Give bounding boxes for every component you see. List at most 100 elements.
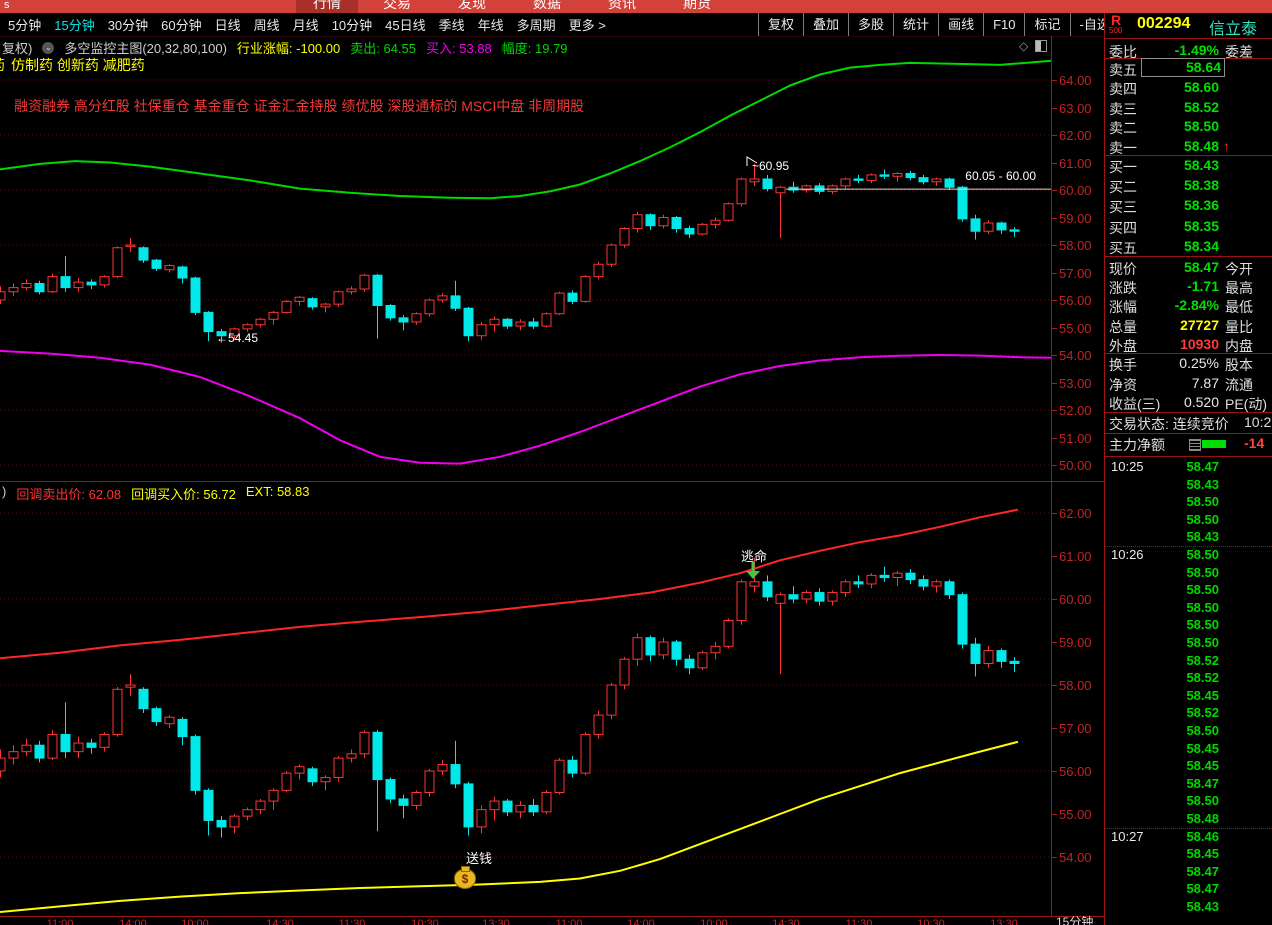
bid-row[interactable]: 买五 58.34	[1105, 236, 1272, 256]
candle-body	[151, 708, 162, 723]
toolbar-button[interactable]: 画线	[938, 13, 983, 36]
axis-label: 51.00	[1059, 430, 1092, 446]
period-tab[interactable]: 15分钟	[54, 15, 94, 34]
axis-label: 59.00	[1059, 635, 1092, 650]
time-axis-label: 11:30	[338, 918, 366, 925]
tick-row: 58.50	[1105, 511, 1272, 529]
candle-body	[801, 592, 812, 600]
header-field: )	[2, 484, 7, 499]
toolbar-button[interactable]: F10	[983, 13, 1024, 36]
time-axis-label: 10:30	[917, 918, 945, 925]
time-axis-label: 14:30	[772, 918, 800, 925]
secondary-candle-chart[interactable]	[0, 478, 1052, 916]
axis-tick	[1052, 556, 1057, 557]
candle-body	[957, 186, 968, 220]
collapse-indicator-icon[interactable]: ⌄	[42, 41, 55, 54]
candle-body	[281, 772, 292, 791]
candle-body	[853, 581, 864, 585]
candle-body	[229, 815, 240, 828]
quote-panel: R 500 002294 信立泰 委比 -1.49% 委差 卖五 58.64 卖四 58.6…	[1105, 13, 1272, 925]
info-row: 净资 7.87 流通	[1105, 373, 1272, 393]
candle-body	[424, 299, 435, 315]
info-row: 现价 58.47 今开	[1105, 257, 1272, 277]
bid-row[interactable]: 买三 58.36	[1105, 195, 1272, 215]
toolbar-button[interactable]: 复权	[758, 13, 803, 36]
candle-body	[827, 592, 838, 602]
bid-price: 58.43	[1183, 157, 1219, 173]
axis-tick	[1052, 642, 1057, 643]
axis-tick	[1052, 771, 1057, 772]
candle-body	[0, 757, 6, 772]
header-field: 回调卖出价: 62.08	[16, 487, 122, 502]
toolbar-button[interactable]: 统计	[893, 13, 938, 36]
candle-body	[671, 641, 682, 660]
candle-body	[840, 581, 851, 594]
candle-body	[398, 798, 409, 806]
ask-row[interactable]: 卖四 58.60	[1105, 77, 1272, 97]
escape-arrow-head	[746, 571, 760, 579]
menu-item-4[interactable]: 数据	[533, 0, 561, 13]
info-row: 收益(三) 0.520 PE(动)	[1105, 392, 1272, 412]
header-field: 行业涨幅: -100.00	[236, 41, 341, 56]
period-tab[interactable]: 45日线	[385, 15, 425, 34]
candle-body	[645, 637, 656, 656]
period-tab[interactable]: 年线	[478, 15, 504, 34]
candle-body	[437, 764, 448, 772]
candle-body	[294, 296, 305, 302]
ask-row[interactable]: 卖三 58.52	[1105, 97, 1272, 117]
candle-body	[619, 228, 630, 246]
bid-row[interactable]: 买二 58.38	[1105, 175, 1272, 195]
tick-row: 58.47	[1105, 880, 1272, 898]
ask-row[interactable]: 卖一 58.48 ↑	[1105, 136, 1272, 156]
axis-label: 55.00	[1059, 807, 1092, 822]
list-icon[interactable]	[1189, 439, 1201, 451]
candle-body	[814, 592, 825, 602]
menu-item-2[interactable]: 交易	[383, 0, 411, 13]
menu-item-6[interactable]: 期货	[683, 0, 711, 13]
period-tab[interactable]: 月线	[293, 15, 319, 34]
menu-item-5[interactable]: 资讯	[608, 0, 636, 13]
chart-corner-icons: ◇	[1019, 40, 1048, 52]
axis-label: 57.00	[1059, 265, 1092, 281]
tick-row: 58.47	[1105, 863, 1272, 881]
period-tab[interactable]: 周线	[254, 15, 280, 34]
period-tab[interactable]: 10分钟	[332, 15, 372, 34]
tick-price: 58.43	[1186, 476, 1219, 492]
candle-body	[424, 770, 435, 793]
toolbar-button[interactable]: 叠加	[803, 13, 848, 36]
toolbar-button[interactable]: 多股	[848, 13, 893, 36]
bid-row[interactable]: 买四 58.35	[1105, 216, 1272, 236]
toolbar-button[interactable]: 标记	[1024, 13, 1069, 36]
period-tab[interactable]: 60分钟	[161, 15, 201, 34]
period-tab[interactable]: 5分钟	[8, 15, 41, 34]
candle-body	[333, 757, 344, 778]
axis-tick	[1052, 437, 1057, 439]
trade-status-row: 交易状态: 连续竞价 10:2	[1105, 412, 1272, 433]
tick-time: 10:26	[1111, 547, 1144, 562]
candle-body	[996, 650, 1007, 662]
ask-row[interactable]: 卖二 58.50	[1105, 116, 1272, 136]
period-tab[interactable]: 日线	[215, 15, 241, 34]
period-tab[interactable]: 季线	[439, 15, 465, 34]
tick-price: 58.47	[1186, 863, 1219, 879]
axis-tick	[1052, 728, 1057, 729]
main-net-value: -14	[1244, 435, 1265, 451]
split-window-icon[interactable]	[1035, 40, 1048, 52]
period-tab[interactable]: 30分钟	[108, 15, 148, 34]
period-tab[interactable]: 更多 >	[569, 15, 606, 34]
axis-tick	[1052, 245, 1057, 246]
candle-body	[749, 178, 760, 183]
ask-row[interactable]: 卖五 58.64	[1105, 58, 1272, 78]
bid-label: 买四	[1109, 219, 1137, 236]
period-tab[interactable]: 多周期	[517, 15, 556, 34]
bid-row[interactable]: 买一 58.43	[1105, 155, 1272, 175]
candle-body	[814, 185, 825, 192]
axis-tick	[1052, 327, 1057, 329]
menu-item-1[interactable]: 行情	[296, 0, 358, 13]
tick-price: 58.45	[1186, 687, 1219, 703]
candle-body	[749, 581, 760, 587]
time-axis-label: 14:00	[627, 918, 655, 925]
diamond-icon[interactable]: ◇	[1019, 40, 1028, 52]
menu-item-3[interactable]: 发现	[458, 0, 486, 13]
time-axis-label: 13:30	[990, 918, 1018, 925]
